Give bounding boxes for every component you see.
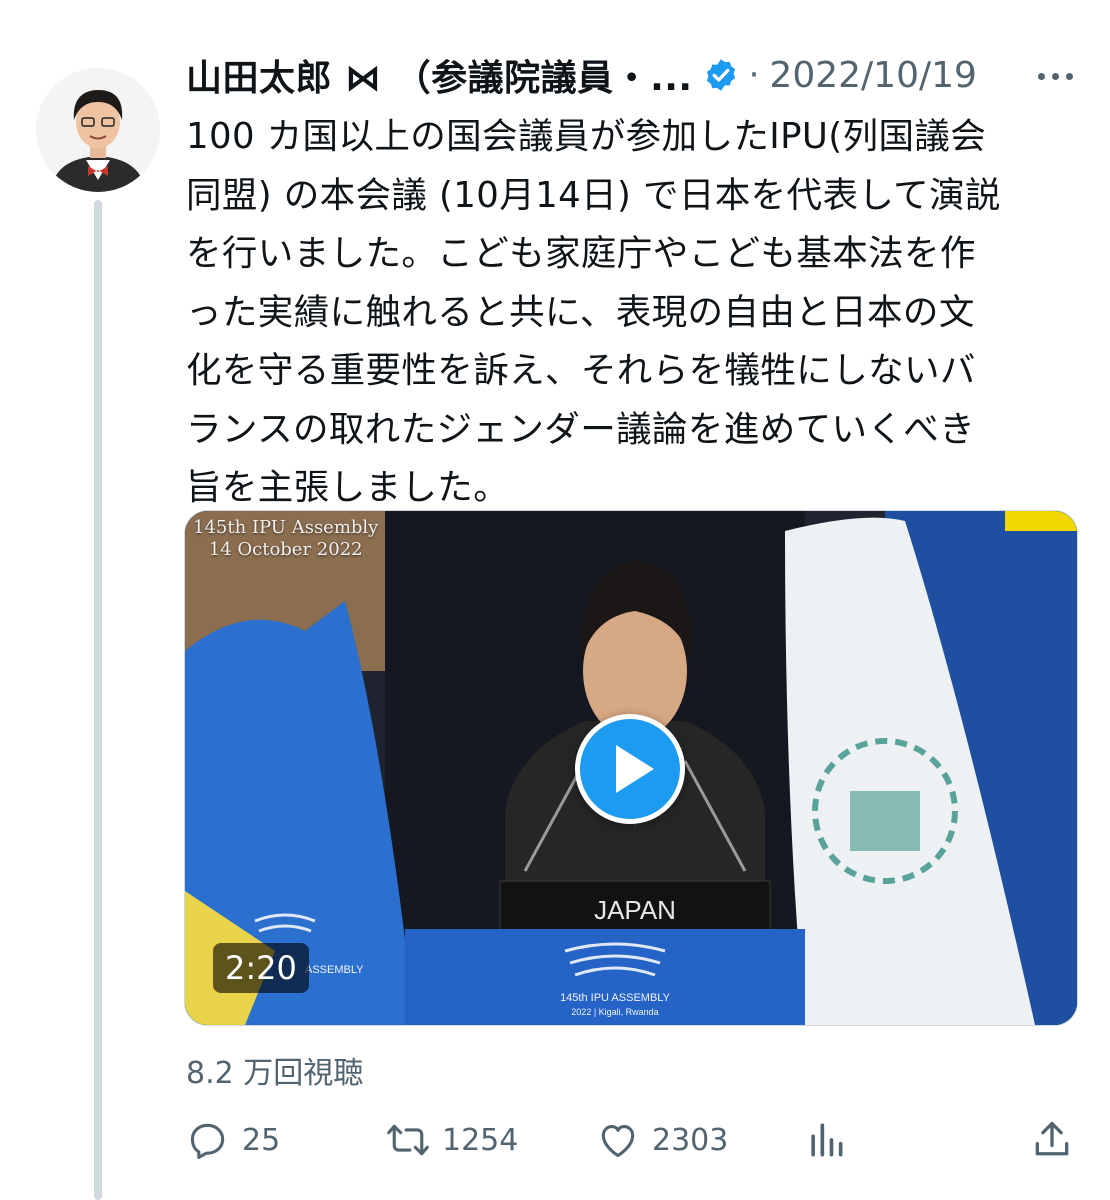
video-duration: 2:20 xyxy=(213,943,309,993)
action-bar: 25 1254 2303 xyxy=(186,1112,1076,1168)
retweet-icon xyxy=(387,1124,429,1156)
play-icon xyxy=(616,745,654,793)
tweet-text-line: 100 カ国以上の国会議員が参加したIPU(列国議会 xyxy=(186,116,987,157)
reply-count: 25 xyxy=(242,1122,281,1158)
more-icon[interactable] xyxy=(1030,58,1080,94)
tweet-text: 100 カ国以上の国会議員が参加したIPU(列国議会 同盟) の本会議 (10月… xyxy=(186,108,1076,518)
overlay-title-line1: 145th IPU Assembly xyxy=(193,517,379,538)
retweet-button[interactable]: 1254 xyxy=(386,1112,518,1168)
overlay-title-line2: 14 October 2022 xyxy=(208,539,363,560)
post-date[interactable]: 2022/10/19 xyxy=(769,55,977,96)
tweet-text-line: った実績に触れると共に、表現の自由と日本の文 xyxy=(186,291,975,333)
reply-button[interactable]: 25 xyxy=(186,1112,280,1168)
tweet-text-line: 化を守る重要性を訴え、それらを犠牲にしないバ xyxy=(186,350,976,391)
tweet-text-line: 同盟) の本会議 (10月14日) で日本を代表して演説 xyxy=(186,174,1001,216)
podium-line1: 145th IPU ASSEMBLY xyxy=(560,992,671,1004)
tweet-text-line: ランスの取れたジェンダー議論を進めていくべき xyxy=(186,408,976,450)
tweet-text-line: を行いました。こども家庭庁やこども基本法を作 xyxy=(186,233,976,274)
avatar-image xyxy=(36,68,160,192)
verified-badge-icon xyxy=(706,59,735,91)
analytics-icon xyxy=(811,1123,843,1157)
thread-line xyxy=(94,200,102,1200)
share-button[interactable] xyxy=(1030,1112,1074,1168)
video-player[interactable]: JAPAN 145th IPU ASSEMBLY 2022 | Kigali, … xyxy=(184,510,1078,1026)
like-icon xyxy=(601,1125,635,1158)
banner-text: ASSEMBLY xyxy=(305,964,364,976)
nameplate-text: JAPAN xyxy=(594,895,676,925)
podium-line2: 2022 | Kigali, Rwanda xyxy=(571,1007,658,1017)
tweet-text-line: 旨を主張しました。 xyxy=(186,467,510,508)
video-overlay-title: 145th IPU Assembly 14 October 2022 xyxy=(193,517,378,561)
share-icon xyxy=(1035,1121,1069,1156)
like-button[interactable]: 2303 xyxy=(596,1112,728,1168)
play-button[interactable] xyxy=(575,714,685,824)
header-separator: · xyxy=(748,55,760,95)
analytics-button[interactable] xyxy=(804,1112,848,1168)
tweet-header: 山田太郎 ⋈ （参議院議員・... · 2022/10/19 xyxy=(186,50,1086,100)
retweet-count: 1254 xyxy=(442,1122,519,1158)
display-name[interactable]: 山田太郎 ⋈ （参議院議員・... xyxy=(186,49,693,101)
like-count: 2303 xyxy=(652,1122,729,1158)
reply-icon xyxy=(190,1123,225,1159)
avatar[interactable] xyxy=(36,68,160,192)
view-count: 8.2 万回視聴 xyxy=(186,1056,364,1091)
